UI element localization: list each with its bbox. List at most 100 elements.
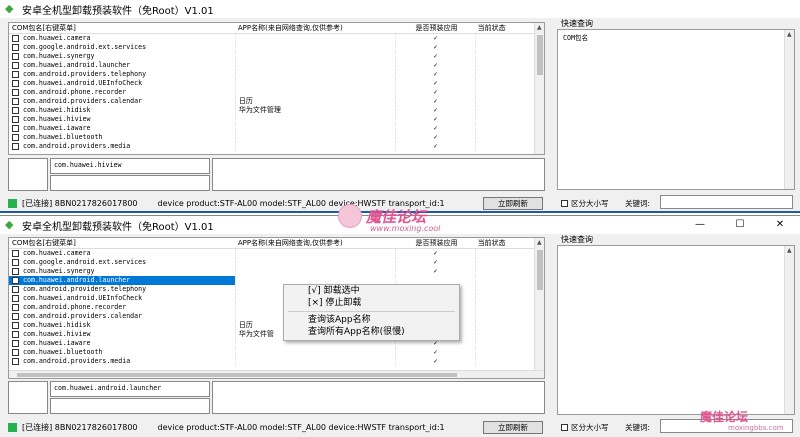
- table-row[interactable]: com.android.providers.telephony: [9, 285, 544, 294]
- package-name-field[interactable]: com.huawei.android.launcher: [50, 381, 210, 397]
- package-cell[interactable]: com.huawei.iaware: [9, 124, 235, 133]
- package-cell[interactable]: com.huawei.hiview: [9, 330, 235, 339]
- table-row[interactable]: com.huawei.camera ✓: [9, 249, 544, 258]
- scroll-up-icon[interactable]: ▲: [787, 247, 792, 254]
- table-row[interactable]: com.huawei.android.launcher ✓: [9, 61, 544, 70]
- row-checkbox[interactable]: [12, 340, 19, 347]
- table-row[interactable]: com.android.providers.calendar: [9, 312, 544, 321]
- package-cell[interactable]: com.huawei.hidisk: [9, 106, 235, 115]
- row-checkbox[interactable]: [12, 134, 19, 141]
- package-cell[interactable]: com.huawei.android.launcher: [9, 61, 235, 70]
- table-row[interactable]: com.android.phone.recorder ✓: [9, 88, 544, 97]
- vertical-scrollbar[interactable]: ▲: [534, 23, 544, 154]
- col-header-app-name[interactable]: APP名称(来自网络查询,仅供参考): [235, 23, 396, 33]
- table-row[interactable]: com.android.phone.recorder: [9, 303, 544, 312]
- refresh-button[interactable]: 立即刷新: [483, 421, 543, 434]
- menu-item-stop-uninstall[interactable]: [×] 停止卸载: [284, 297, 459, 309]
- table-row[interactable]: com.android.providers.calendar 日历 ✓: [9, 97, 544, 106]
- col-header-package[interactable]: COM包名[右键菜单]: [9, 23, 235, 33]
- row-checkbox[interactable]: [12, 250, 19, 257]
- package-cell[interactable]: com.huawei.iaware: [9, 339, 235, 348]
- row-checkbox[interactable]: [12, 304, 19, 311]
- row-checkbox[interactable]: [12, 313, 19, 320]
- table-row[interactable]: com.google.android.ext.services ✓: [9, 258, 544, 267]
- case-sensitive-checkbox[interactable]: 区分大小写: [561, 198, 609, 209]
- row-checkbox[interactable]: [12, 107, 19, 114]
- package-cell[interactable]: com.huawei.camera: [9, 249, 235, 258]
- maximize-icon[interactable]: ☐: [720, 216, 760, 234]
- package-cell[interactable]: com.android.providers.calendar: [9, 97, 235, 106]
- col-header-preinstalled[interactable]: 是否预装应用: [395, 23, 474, 33]
- row-checkbox[interactable]: [12, 44, 19, 51]
- keyword-input[interactable]: [660, 195, 793, 209]
- package-cell[interactable]: com.huawei.android.UEInfoCheck: [9, 294, 235, 303]
- row-checkbox[interactable]: [12, 268, 19, 275]
- package-cell[interactable]: com.android.providers.telephony: [9, 70, 235, 79]
- row-checkbox[interactable]: [12, 358, 19, 365]
- table-row[interactable]: com.huawei.iaware ✓: [9, 124, 544, 133]
- package-cell[interactable]: com.huawei.bluetooth: [9, 133, 235, 142]
- menu-item-query-app-name[interactable]: 查询该App名称: [284, 314, 459, 326]
- scroll-up-icon[interactable]: ▲: [537, 239, 542, 246]
- vertical-scrollbar[interactable]: ▲: [784, 246, 794, 414]
- package-cell[interactable]: com.android.providers.media: [9, 142, 235, 151]
- menu-item-uninstall-selected[interactable]: [√] 卸载选中: [284, 285, 459, 297]
- row-checkbox[interactable]: [12, 98, 19, 105]
- package-cell[interactable]: com.huawei.android.UEInfoCheck: [9, 79, 235, 88]
- col-header-preinstalled[interactable]: 是否预装应用: [395, 238, 474, 248]
- row-checkbox[interactable]: [12, 71, 19, 78]
- row-checkbox[interactable]: [12, 286, 19, 293]
- table-row[interactable]: com.huawei.hidisk日历✓: [9, 321, 544, 330]
- row-checkbox[interactable]: [12, 331, 19, 338]
- app-name-field[interactable]: [50, 175, 210, 191]
- row-checkbox[interactable]: [12, 349, 19, 356]
- package-cell[interactable]: com.huawei.hiview: [9, 115, 235, 124]
- package-cell[interactable]: com.google.android.ext.services: [9, 43, 235, 52]
- package-cell[interactable]: com.android.phone.recorder: [9, 88, 235, 97]
- table-row[interactable]: com.huawei.android.UEInfoCheck: [9, 294, 544, 303]
- package-cell[interactable]: com.huawei.synergy: [9, 267, 235, 276]
- package-cell[interactable]: com.huawei.android.launcher: [9, 276, 235, 285]
- package-cell[interactable]: com.android.phone.recorder: [9, 303, 235, 312]
- horizontal-scrollbar[interactable]: [9, 370, 544, 378]
- table-row[interactable]: com.android.providers.media ✓: [9, 142, 544, 151]
- scroll-up-icon[interactable]: ▲: [537, 24, 542, 31]
- row-checkbox[interactable]: [12, 143, 19, 150]
- table-row[interactable]: com.huawei.bluetooth ✓: [9, 348, 544, 357]
- row-checkbox[interactable]: [12, 62, 19, 69]
- row-checkbox[interactable]: [12, 116, 19, 123]
- close-icon[interactable]: ✕: [760, 216, 800, 234]
- col-header-app-name[interactable]: APP名称(来自网络查询,仅供参考): [235, 238, 396, 248]
- table-row[interactable]: com.huawei.hiview ✓: [9, 115, 544, 124]
- table-row[interactable]: com.huawei.hidisk 华为文件管理 ✓: [9, 106, 544, 115]
- package-cell[interactable]: com.android.providers.calendar: [9, 312, 235, 321]
- scrollbar-thumb[interactable]: [537, 35, 543, 75]
- refresh-button[interactable]: 立即刷新: [483, 197, 543, 210]
- table-row[interactable]: com.huawei.iaware ✓: [9, 339, 544, 348]
- table-row[interactable]: com.google.android.ext.services ✓: [9, 43, 544, 52]
- table-row[interactable]: com.huawei.synergy ✓: [9, 267, 544, 276]
- vertical-scrollbar[interactable]: ▲: [784, 30, 794, 189]
- case-sensitive-checkbox[interactable]: 区分大小写: [561, 422, 609, 433]
- package-cell[interactable]: com.android.providers.media: [9, 357, 235, 366]
- table-row[interactable]: com.android.providers.telephony ✓: [9, 70, 544, 79]
- table-row[interactable]: com.huawei.hiview华为文件管✓: [9, 330, 544, 339]
- col-header-package[interactable]: COM包名[右键菜单]: [9, 238, 235, 248]
- table-row[interactable]: com.huawei.synergy ✓: [9, 52, 544, 61]
- row-checkbox[interactable]: [12, 277, 19, 284]
- scroll-up-icon[interactable]: ▲: [787, 31, 792, 38]
- scrollbar-thumb[interactable]: [537, 250, 543, 290]
- minimize-icon[interactable]: —: [680, 216, 720, 234]
- table-row[interactable]: com.huawei.camera ✓: [9, 34, 544, 43]
- table-row[interactable]: com.android.providers.media ✓: [9, 357, 544, 366]
- row-checkbox[interactable]: [12, 35, 19, 42]
- scrollbar-thumb[interactable]: [17, 373, 457, 377]
- checkbox-icon[interactable]: [561, 200, 568, 207]
- row-checkbox[interactable]: [12, 322, 19, 329]
- row-checkbox[interactable]: [12, 53, 19, 60]
- row-checkbox[interactable]: [12, 89, 19, 96]
- table-row[interactable]: com.huawei.bluetooth ✓: [9, 133, 544, 142]
- app-name-field[interactable]: [50, 398, 210, 414]
- table-row[interactable]: com.huawei.android.launcher: [9, 276, 544, 285]
- package-cell[interactable]: com.huawei.bluetooth: [9, 348, 235, 357]
